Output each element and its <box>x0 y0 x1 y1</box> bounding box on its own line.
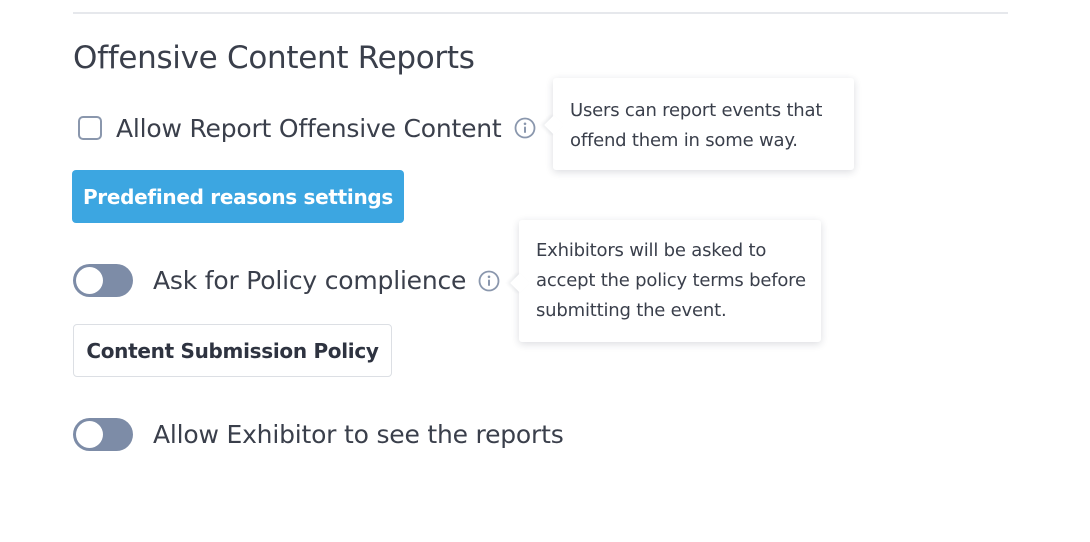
predefined-reasons-settings-button[interactable]: Predefined reasons settings <box>72 170 404 223</box>
report-offensive-tooltip: Users can report events that offend them… <box>544 78 854 170</box>
toggle-knob <box>76 421 103 448</box>
exhibitor-reports-row: Allow Exhibitor to see the reports <box>73 418 564 451</box>
policy-compliance-toggle[interactable] <box>73 264 133 297</box>
toggle-knob <box>76 267 103 294</box>
tooltip-arrow <box>510 273 530 293</box>
section-divider <box>73 12 1008 14</box>
info-circle-icon[interactable] <box>514 117 536 139</box>
report-offensive-row: Allow Report Offensive Content <box>78 113 536 143</box>
report-offensive-checkbox[interactable] <box>78 116 102 140</box>
report-offensive-label: Allow Report Offensive Content <box>116 113 502 143</box>
policy-compliance-row: Ask for Policy complience <box>73 264 500 297</box>
report-offensive-tooltip-text: Users can report events that offend them… <box>570 100 823 151</box>
tooltip-arrow <box>544 115 564 135</box>
info-circle-icon[interactable] <box>478 270 500 292</box>
content-submission-policy-button[interactable]: Content Submission Policy <box>73 324 392 377</box>
exhibitor-reports-toggle[interactable] <box>73 418 133 451</box>
policy-compliance-tooltip: Exhibitors will be asked to accept the p… <box>510 220 821 342</box>
section-title: Offensive Content Reports <box>73 40 475 76</box>
exhibitor-reports-label: Allow Exhibitor to see the reports <box>153 420 564 449</box>
policy-compliance-label: Ask for Policy complience <box>153 266 467 295</box>
policy-compliance-tooltip-text: Exhibitors will be asked to accept the p… <box>536 240 806 321</box>
